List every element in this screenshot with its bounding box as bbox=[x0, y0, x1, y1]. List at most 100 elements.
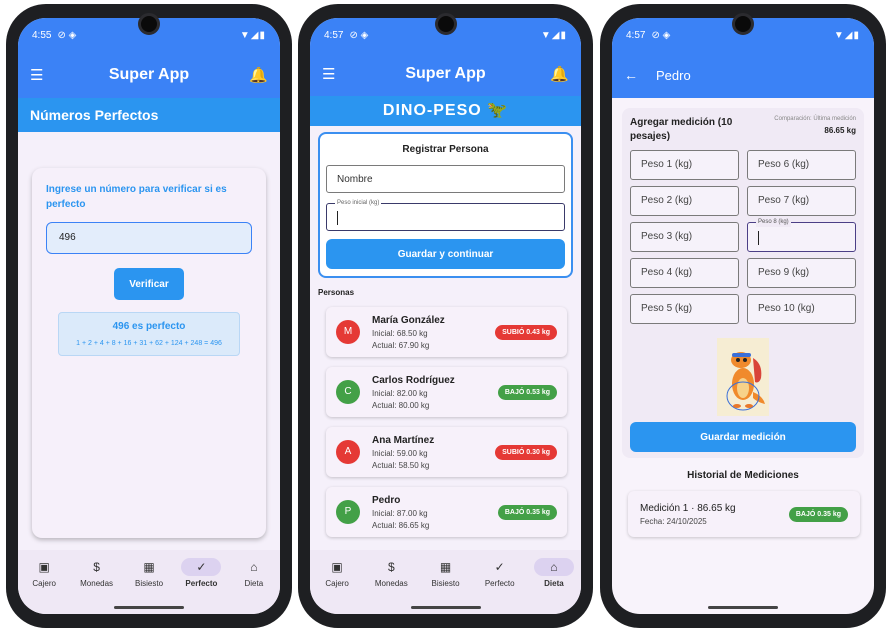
history-item-title: Medición 1 · 86.65 kg bbox=[640, 502, 736, 514]
result-sum: 1 + 2 + 4 + 8 + 16 + 31 + 62 + 124 + 248… bbox=[76, 340, 222, 347]
person-card[interactable]: A Ana Martínez Inicial: 59.00 kg Actual:… bbox=[326, 427, 567, 477]
text-cursor bbox=[337, 211, 338, 225]
status-icons-left: ⊘ ◈ bbox=[651, 29, 671, 41]
check-icon: ✓ bbox=[494, 560, 505, 574]
phone-1: 4:55 ⊘ ◈ ▼◢▮ ☰ Super App 🔔 Números Perfe… bbox=[6, 4, 292, 628]
status-time: 4:57 bbox=[324, 29, 344, 41]
currency-icon: $ bbox=[387, 560, 395, 574]
person-card[interactable]: C Carlos Rodríguez Inicial: 82.00 kg Act… bbox=[326, 367, 567, 417]
weight-field-9[interactable]: Peso 9 (kg) bbox=[747, 258, 856, 288]
history-item-date: Fecha: 24/10/2025 bbox=[640, 516, 707, 526]
verify-button[interactable]: Verificar bbox=[114, 268, 184, 300]
name-field[interactable]: Nombre bbox=[326, 165, 565, 193]
person-actual: Actual: 67.90 kg bbox=[372, 340, 430, 350]
app-title: Super App bbox=[405, 65, 486, 82]
bell-icon[interactable]: 🔔 bbox=[249, 66, 268, 84]
prompt-label: Ingrese un número para verificar si es p… bbox=[46, 184, 227, 210]
weight-field-5[interactable]: Peso 5 (kg) bbox=[630, 294, 739, 324]
trend-badge: BAJÓ 0.35 kg bbox=[788, 506, 848, 522]
initial-weight-label: Peso inicial (kg) bbox=[335, 198, 382, 208]
weight-field-10[interactable]: Peso 10 (kg) bbox=[747, 294, 856, 324]
app-title: Super App bbox=[108, 66, 190, 83]
person-initial: Inicial: 59.00 kg bbox=[372, 448, 428, 458]
card-title: Agregar medición (10 pesajes) bbox=[630, 117, 733, 142]
nav-dieta[interactable]: ⌂ Dieta bbox=[527, 558, 581, 614]
history-item[interactable]: Medición 1 · 86.65 kg Fecha: 24/10/2025 … bbox=[628, 491, 860, 537]
number-input[interactable]: 496 bbox=[46, 222, 252, 254]
app-bar: ☰ Super App 🔔 bbox=[18, 52, 280, 98]
weight-field-6[interactable]: Peso 6 (kg) bbox=[747, 150, 856, 180]
nav-dieta[interactable]: ⌂ Dieta bbox=[228, 558, 280, 614]
back-arrow-icon[interactable]: ← bbox=[624, 67, 638, 83]
person-name: Carlos Rodríguez bbox=[372, 374, 455, 386]
nav-perfecto[interactable]: ✓ Perfecto bbox=[473, 558, 527, 614]
person-card[interactable]: M María González Inicial: 68.50 kg Actua… bbox=[326, 307, 567, 357]
result-box: 496 es perfecto 1 + 2 + 4 + 8 + 16 + 31 … bbox=[58, 312, 240, 356]
calendar-icon: ▦ bbox=[143, 560, 155, 574]
perfect-number-card: Ingrese un número para verificar si es p… bbox=[32, 168, 266, 538]
nav-cajero[interactable]: ▣ Cajero bbox=[18, 558, 70, 614]
nav-cajero[interactable]: ▣ Cajero bbox=[310, 558, 364, 614]
avatar: M bbox=[336, 320, 360, 344]
person-name: Pedro bbox=[372, 494, 401, 506]
trend-badge: BAJÓ 0.35 kg bbox=[497, 504, 557, 520]
comparison-value: 86.65 kg bbox=[824, 126, 856, 135]
status-time: 4:55 bbox=[32, 29, 52, 41]
trend-badge: SUBIÓ 0.30 kg bbox=[495, 444, 557, 460]
bottom-nav: ▣ Cajero $ Monedas ▦ Bisiesto ✓ Perfecto ⌂ Di… bbox=[18, 550, 280, 614]
trend-badge: BAJÓ 0.53 kg bbox=[497, 384, 557, 400]
avatar: P bbox=[336, 500, 360, 524]
home-indicator bbox=[114, 606, 184, 609]
status-icons-right: ▼◢▮ bbox=[833, 29, 860, 41]
status-icons-left: ⊘ ◈ bbox=[349, 29, 369, 41]
camera-icon bbox=[138, 13, 160, 35]
app-bar: ☰ Super App 🔔 bbox=[310, 52, 581, 96]
check-icon: ✓ bbox=[181, 558, 222, 576]
status-icons-left: ⊘ ◈ bbox=[57, 29, 77, 41]
people-label: Personas bbox=[318, 288, 355, 297]
person-actual: Actual: 58.50 kg bbox=[372, 460, 430, 470]
screen-3: 4:57 ⊘ ◈ ▼◢▮ ← Pedro Agregar medición (1… bbox=[612, 18, 874, 614]
comparison: Comparación: Última medición 86.65 kg bbox=[774, 116, 856, 144]
status-icons-right: ▼◢▮ bbox=[540, 29, 567, 41]
person-name: María González bbox=[372, 314, 445, 326]
phone-2: 4:57 ⊘ ◈ ▼◢▮ ☰ Super App 🔔 DINO-PESO 🦖 R… bbox=[298, 4, 593, 628]
initial-weight-field[interactable]: Peso inicial (kg) bbox=[326, 198, 565, 231]
phone-3: 4:57 ⊘ ◈ ▼◢▮ ← Pedro Agregar medición (1… bbox=[600, 4, 886, 628]
currency-icon: $ bbox=[93, 560, 100, 574]
avatar: C bbox=[336, 380, 360, 404]
section-title: Números Perfectos bbox=[18, 98, 280, 132]
screen-2: 4:57 ⊘ ◈ ▼◢▮ ☰ Super App 🔔 DINO-PESO 🦖 R… bbox=[310, 18, 581, 614]
diet-icon: ⌂ bbox=[533, 558, 574, 576]
text-cursor bbox=[758, 231, 759, 245]
register-card: Registrar Persona Nombre Peso inicial (k… bbox=[318, 132, 573, 278]
screen-1: 4:55 ⊘ ◈ ▼◢▮ ☰ Super App 🔔 Números Perfe… bbox=[18, 18, 280, 614]
save-measurement-button[interactable]: Guardar medición bbox=[630, 422, 856, 452]
menu-icon[interactable]: ☰ bbox=[322, 65, 335, 83]
home-indicator bbox=[708, 606, 778, 609]
nav-monedas[interactable]: $ Monedas bbox=[364, 558, 418, 614]
page-title: Pedro bbox=[656, 67, 691, 83]
person-card[interactable]: P Pedro Inicial: 87.00 kg Actual: 86.65 … bbox=[326, 487, 567, 537]
weight-field-2[interactable]: Peso 2 (kg) bbox=[630, 186, 739, 216]
person-initial: Inicial: 82.00 kg bbox=[372, 388, 428, 398]
camera-icon bbox=[732, 13, 754, 35]
result-title: 496 es perfecto bbox=[112, 321, 186, 332]
weight-field-7[interactable]: Peso 7 (kg) bbox=[747, 186, 856, 216]
weights-grid: Peso 1 (kg) Peso 6 (kg) Peso 2 (kg) Peso… bbox=[630, 150, 856, 324]
weight-field-4[interactable]: Peso 4 (kg) bbox=[630, 258, 739, 288]
comparison-label: Comparación: Última medición bbox=[774, 116, 856, 122]
home-indicator bbox=[410, 606, 481, 609]
bell-icon[interactable]: 🔔 bbox=[550, 65, 569, 83]
person-initial: Inicial: 68.50 kg bbox=[372, 328, 428, 338]
history-title: Historial de Mediciones bbox=[687, 470, 799, 481]
person-actual: Actual: 80.00 kg bbox=[372, 400, 430, 410]
save-continue-button[interactable]: Guardar y continuar bbox=[326, 239, 565, 269]
weight-field-8[interactable]: Peso 8 (kg) bbox=[747, 217, 856, 252]
weight-field-3[interactable]: Peso 3 (kg) bbox=[630, 222, 739, 252]
status-time: 4:57 bbox=[626, 29, 646, 41]
dino-header: DINO-PESO 🦖 bbox=[310, 96, 581, 126]
menu-icon[interactable]: ☰ bbox=[30, 66, 43, 84]
weight-field-1[interactable]: Peso 1 (kg) bbox=[630, 150, 739, 180]
person-actual: Actual: 86.65 kg bbox=[372, 520, 430, 530]
